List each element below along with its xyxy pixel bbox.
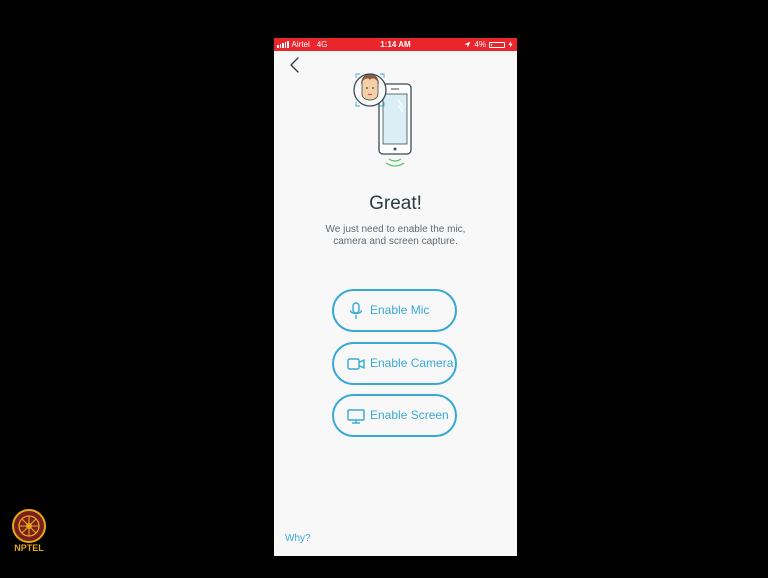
monitor-icon — [347, 409, 365, 424]
nptel-logo-text: NPTEL — [14, 543, 44, 553]
charging-bolt-icon — [508, 41, 513, 48]
face-phone-illustration-icon — [353, 73, 412, 167]
phone-screen: Airtel 4G 1:14 AM 4% Great! We just need… — [274, 38, 517, 556]
video-camera-icon — [347, 358, 365, 370]
battery-percent: 4% — [474, 40, 486, 49]
enable-mic-label: Enable Mic — [370, 303, 430, 317]
enable-screen-label: Enable Screen — [370, 408, 449, 422]
location-arrow-icon — [464, 41, 471, 48]
battery-icon — [489, 41, 505, 48]
status-bar: Airtel 4G 1:14 AM 4% — [274, 38, 517, 51]
status-right: 4% — [464, 38, 513, 51]
enable-camera-label: Enable Camera — [370, 356, 454, 370]
enable-screen-button[interactable]: Enable Screen — [332, 394, 457, 437]
page-title: Great! — [369, 193, 422, 214]
instruction-text: We just need to enable the mic, camera a… — [325, 224, 466, 247]
enable-mic-button[interactable]: Enable Mic — [332, 289, 457, 332]
microphone-icon — [349, 302, 363, 319]
back-chevron-icon[interactable] — [288, 56, 302, 74]
screen-frame: Airtel 4G 1:14 AM 4% Great! We just need… — [0, 0, 768, 578]
why-link[interactable]: Why? — [285, 533, 311, 544]
enable-camera-button[interactable]: Enable Camera — [332, 342, 457, 385]
